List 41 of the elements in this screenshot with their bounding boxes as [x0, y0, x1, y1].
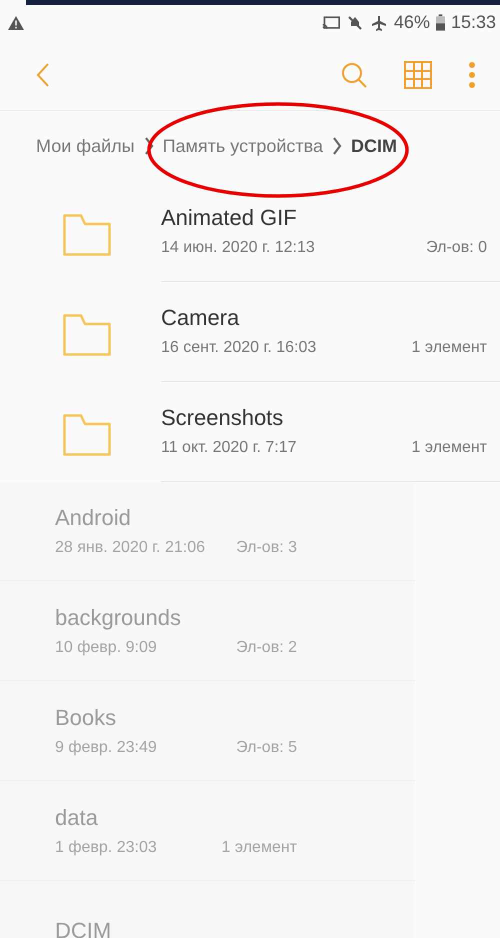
folder-date: 10 февр. 9:09: [55, 638, 157, 656]
breadcrumb-item[interactable]: Мои файлы: [36, 136, 135, 156]
folder-icon: [63, 414, 111, 456]
chevron-icon: [142, 136, 155, 156]
battery-percent: 46%: [394, 12, 430, 33]
mute-icon: [346, 14, 364, 30]
folder-name[interactable]: Screenshots: [161, 404, 487, 430]
breadcrumb-item[interactable]: DCIM: [351, 136, 398, 156]
clock-time: 15:33: [450, 12, 496, 33]
item-count: 1 элемент: [412, 438, 487, 456]
folder-name: Android: [55, 504, 132, 530]
folder-date: 9 февр. 23:49: [55, 738, 157, 756]
item-count: Эл-ов: 5: [236, 738, 297, 756]
folder-name: backgrounds: [55, 604, 182, 630]
item-count: Эл-ов: 2: [236, 638, 297, 656]
more-options-icon[interactable]: [468, 61, 476, 89]
item-count: 1 элемент: [412, 338, 487, 356]
folder-date: 16 сент. 2020 г. 16:03: [161, 338, 316, 356]
folder-date: 28 янв. 2020 г. 21:06: [55, 538, 205, 556]
folder-icon: [63, 314, 111, 356]
cast-icon: [322, 14, 340, 30]
folder-name[interactable]: Animated GIF: [161, 204, 487, 230]
folder-date: 14 июн. 2020 г. 12:13: [161, 238, 315, 256]
item-count: Эл-ов: 0: [426, 238, 487, 256]
warning-icon: [8, 16, 24, 30]
item-count: Эл-ов: 3: [236, 538, 297, 556]
airplane-icon: [370, 14, 388, 30]
folder-icon: [63, 214, 111, 256]
folder-date: 11 окт. 2020 г. 7:17: [161, 438, 297, 456]
search-icon[interactable]: [340, 61, 368, 89]
grid-view-icon[interactable]: [404, 61, 432, 89]
folder-name: Books: [55, 704, 118, 730]
battery-icon: [436, 14, 445, 31]
folder-name: data: [55, 804, 99, 830]
item-count: 1 элемент: [222, 838, 297, 856]
folder-name: DCIM: [55, 918, 112, 938]
folder-date: 1 февр. 23:03: [55, 838, 157, 856]
folder-name[interactable]: Camera: [161, 304, 487, 330]
chevron-icon: [331, 136, 344, 156]
back-icon[interactable]: [36, 62, 50, 88]
breadcrumb-item[interactable]: Память устройства: [162, 136, 324, 156]
